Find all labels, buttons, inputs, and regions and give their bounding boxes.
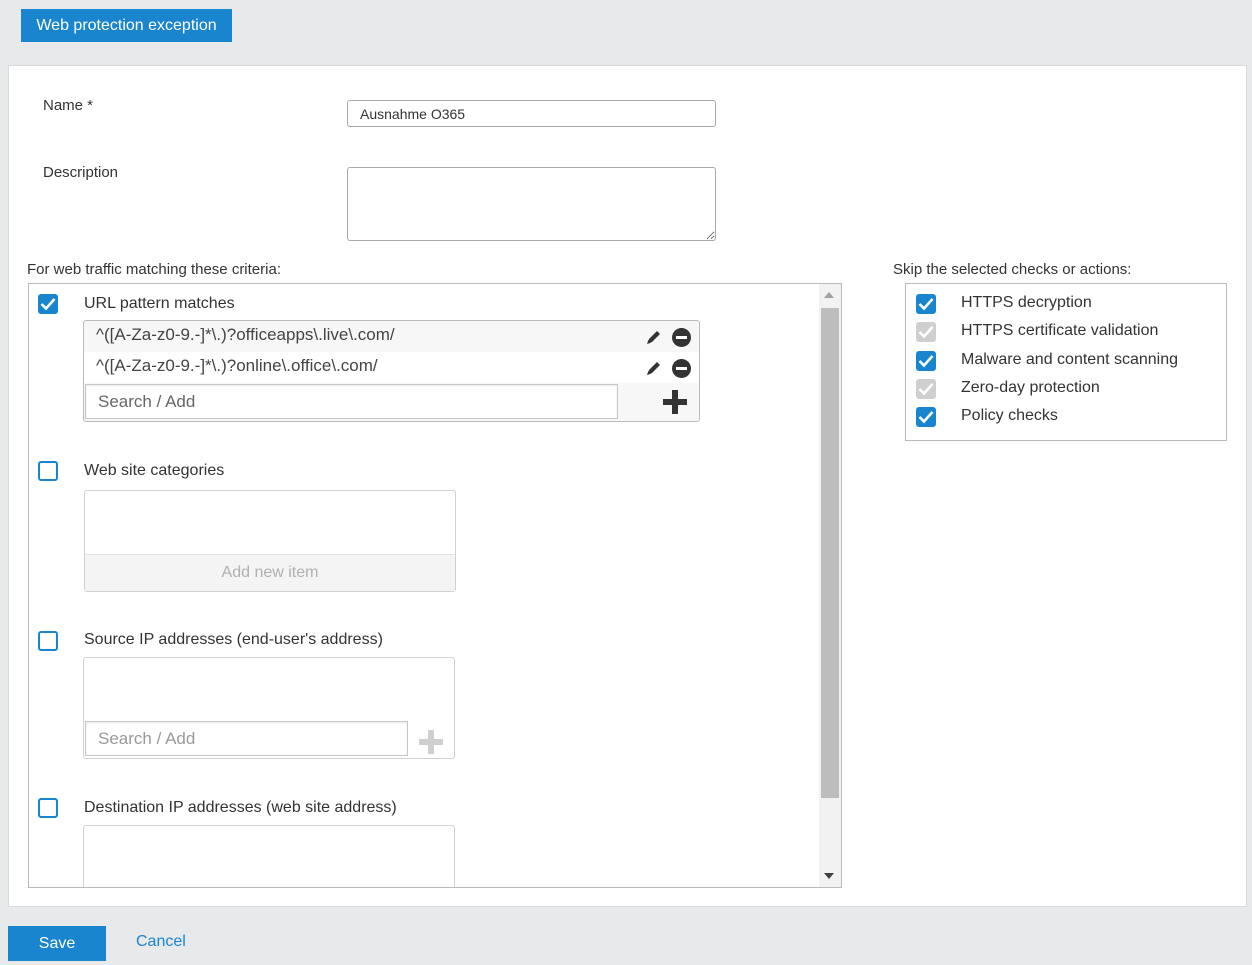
url-pattern-checkbox[interactable] xyxy=(38,294,58,314)
skip-heading: Skip the selected checks or actions: xyxy=(893,261,1132,278)
web-categories-checkbox[interactable] xyxy=(38,461,58,481)
url-pattern-text: ^([A-Za-z0-9.-]*\.)?online\.office\.com/ xyxy=(96,356,378,375)
add-new-item-button[interactable]: Add new item xyxy=(85,554,455,591)
https-decryption-checkbox[interactable] xyxy=(916,294,936,314)
skip-item-label: Policy checks xyxy=(961,407,1058,424)
url-pattern-label: URL pattern matches xyxy=(84,295,235,312)
source-ip-checkbox[interactable] xyxy=(38,631,58,651)
scroll-thumb[interactable] xyxy=(821,308,839,798)
source-ip-list: Search / Add xyxy=(83,657,455,759)
criteria-list: URL pattern matches ^([A-Za-z0-9.-]*\.)?… xyxy=(28,283,842,888)
description-textarea[interactable] xyxy=(347,167,716,241)
list-item: ^([A-Za-z0-9.-]*\.)?officeapps\.live\.co… xyxy=(84,321,699,352)
pencil-icon[interactable] xyxy=(645,359,663,382)
source-ip-search-add-input[interactable]: Search / Add xyxy=(85,721,408,756)
save-button[interactable]: Save xyxy=(8,926,106,961)
web-categories-list: Add new item xyxy=(84,490,456,592)
checkmark-icon xyxy=(918,355,934,368)
source-ip-label: Source IP addresses (end-user's address) xyxy=(84,631,383,648)
checkmark-icon xyxy=(918,383,934,396)
scroll-up-arrow-icon[interactable] xyxy=(824,292,834,298)
policy-checks-checkbox[interactable] xyxy=(916,407,936,427)
checkmark-icon xyxy=(918,411,934,424)
plus-icon[interactable] xyxy=(662,389,688,420)
skip-checks-list: HTTPS decryption HTTPS certificate valid… xyxy=(905,283,1227,441)
name-input[interactable] xyxy=(347,100,716,127)
list-item: ^([A-Za-z0-9.-]*\.)?online\.office\.com/ xyxy=(84,352,699,383)
zero-day-protection-checkbox xyxy=(916,379,936,399)
destination-ip-list xyxy=(83,825,455,887)
skip-item-label: HTTPS decryption xyxy=(961,294,1092,311)
criteria-scrollbar[interactable] xyxy=(819,284,841,887)
pencil-icon[interactable] xyxy=(645,328,663,351)
skip-item-label: Malware and content scanning xyxy=(961,351,1179,368)
checkmark-icon xyxy=(918,298,934,311)
url-pattern-list: ^([A-Za-z0-9.-]*\.)?officeapps\.live\.co… xyxy=(83,320,700,422)
https-certificate-validation-checkbox xyxy=(916,322,936,342)
scroll-down-arrow-icon[interactable] xyxy=(824,873,834,879)
skip-item-label: HTTPS certificate validation xyxy=(961,322,1159,339)
checkmark-icon xyxy=(40,298,56,311)
page-title-tab: Web protection exception xyxy=(21,9,232,42)
url-pattern-text: ^([A-Za-z0-9.-]*\.)?officeapps\.live\.co… xyxy=(96,325,395,344)
plus-icon[interactable] xyxy=(418,729,444,760)
cancel-link[interactable]: Cancel xyxy=(136,933,186,951)
minus-circle-icon[interactable] xyxy=(672,359,691,378)
skip-item-label: Zero-day protection xyxy=(961,379,1100,396)
criteria-heading: For web traffic matching these criteria: xyxy=(27,261,281,278)
checkmark-icon xyxy=(918,326,934,339)
url-search-add-input[interactable]: Search / Add xyxy=(85,384,618,419)
destination-ip-checkbox[interactable] xyxy=(38,798,58,818)
name-label: Name * xyxy=(43,97,94,114)
web-categories-label: Web site categories xyxy=(84,462,225,479)
destination-ip-label: Destination IP addresses (web site addre… xyxy=(84,799,397,816)
malware-scanning-checkbox[interactable] xyxy=(916,351,936,371)
description-label: Description xyxy=(43,164,119,181)
minus-circle-icon[interactable] xyxy=(672,328,691,347)
exception-form-panel: Name * Description For web traffic match… xyxy=(8,65,1247,907)
